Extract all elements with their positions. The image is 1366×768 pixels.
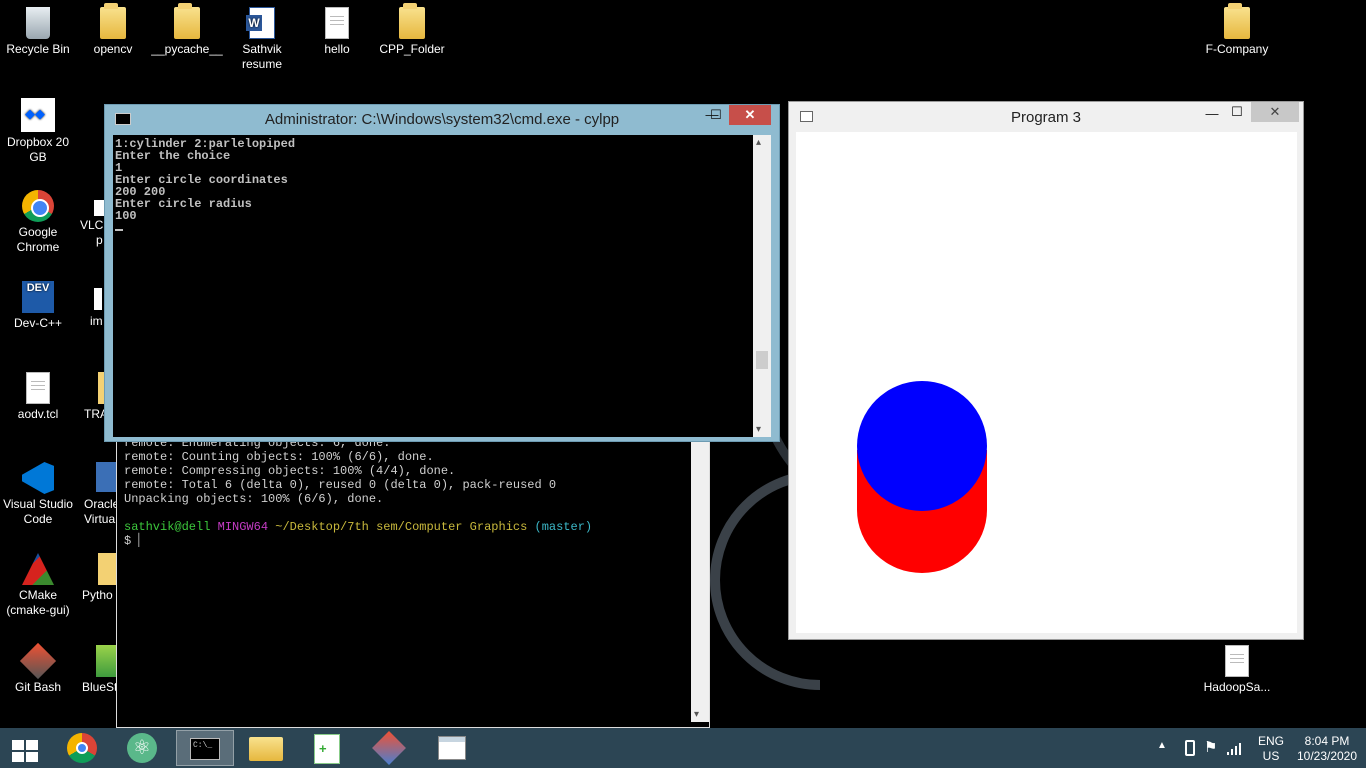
python-icon (98, 553, 116, 585)
scroll-up-icon[interactable]: ▴ (756, 137, 761, 148)
git-bash-scrollbar[interactable]: ▾ (691, 442, 709, 722)
desktop-icon-git-bash[interactable]: Git Bash (0, 642, 76, 695)
text-cursor (115, 229, 123, 231)
opengl-canvas[interactable] (796, 132, 1297, 633)
folder-icon (399, 3, 425, 39)
cylinder-top (857, 381, 987, 511)
desktop-icon-python[interactable]: Pytho (82, 553, 116, 603)
taskbar-git-gui[interactable] (362, 730, 420, 766)
word-document-icon (246, 7, 275, 39)
git-bash-icon (19, 642, 57, 680)
notepad-plus-icon: + (314, 734, 340, 764)
desktop-icon-aodv-tcl[interactable]: aodv.tcl (0, 372, 76, 422)
clock-date: 10/23/2020 (1296, 749, 1358, 763)
scroll-down-icon[interactable]: ▾ (756, 424, 761, 435)
battery-icon[interactable] (1185, 740, 1195, 756)
minimize-button[interactable]: — (1201, 104, 1223, 124)
desktop-icon-pycache[interactable]: __pycache__ (149, 3, 225, 57)
taskbar-program3[interactable] (424, 730, 482, 766)
dropbox-icon (21, 98, 55, 132)
desktop-icon-virtualbox[interactable]: Oracle Virtua (84, 462, 119, 527)
scroll-down-icon[interactable]: ▾ (694, 709, 699, 720)
devcpp-icon: DEV (22, 281, 54, 313)
taskbar-chrome[interactable] (54, 730, 112, 766)
maximize-button[interactable]: ☐ (1226, 102, 1248, 122)
text-file-icon (325, 7, 349, 39)
cmd-scrollbar[interactable]: ▴ ▾ (753, 135, 771, 437)
desktop-icon-f-company[interactable]: F-Company (1199, 3, 1275, 57)
cmd-titlebar[interactable]: Administrator: C:\Windows\system32\cmd.e… (105, 105, 779, 133)
desktop-icon-sathvik-resume[interactable]: Sathvik resume (224, 7, 300, 72)
desktop-icon-dropbox[interactable]: Dropbox 20 GB (0, 98, 76, 165)
cmd-window-title: Administrator: C:\Windows\system32\cmd.e… (264, 111, 620, 128)
desktop-icon-google-chrome[interactable]: Google Chrome (0, 190, 76, 255)
chrome-icon (22, 190, 54, 222)
virtualbox-icon (96, 462, 118, 492)
bluestacks-icon (96, 645, 116, 677)
window-icon (438, 736, 466, 760)
desktop-icon-cpp-folder[interactable]: CPP_Folder (374, 3, 450, 57)
git-bash-output: remote: Enumerating objects: 6, done. re… (124, 436, 593, 548)
program3-titlebar[interactable]: Program 3 — ☐ ✕ (789, 102, 1303, 131)
language-indicator[interactable]: ENG US (1258, 734, 1284, 764)
text-file-icon (1225, 645, 1249, 677)
desktop-icon-cmake[interactable]: CMake (cmake-gui) (0, 553, 76, 618)
taskbar-notepad-plus[interactable]: + (300, 730, 358, 766)
cylinder-drawing (857, 381, 987, 573)
recycle-bin-icon (26, 7, 50, 39)
vlc-icon (94, 200, 104, 216)
atom-icon: ⚛ (127, 733, 157, 763)
show-hidden-icons-icon[interactable]: ▲ (1157, 740, 1167, 751)
start-button[interactable] (0, 730, 52, 766)
desktop-icon-hello[interactable]: hello (299, 7, 375, 57)
language-code: ENG (1258, 734, 1285, 748)
folder-icon (1224, 3, 1250, 39)
cmd-console[interactable]: 1:cylinder 2:parlelopiped Enter the choi… (113, 135, 753, 437)
desktop-icon-dev-cpp[interactable]: DEV Dev-C++ (0, 281, 76, 331)
git-icon (372, 731, 406, 765)
cmd-window[interactable]: Administrator: C:\Windows\system32\cmd.e… (104, 104, 780, 442)
text-file-icon (26, 372, 50, 404)
taskbar-file-explorer[interactable] (238, 730, 296, 766)
vscode-icon (22, 462, 54, 494)
file-icon (94, 288, 102, 310)
desktop-icon-hadoop[interactable]: HadoopSa... (1199, 645, 1275, 695)
git-bash-window[interactable]: remote: Enumerating objects: 6, done. re… (116, 436, 710, 728)
cmd-console-text: 1:cylinder 2:parlelopiped Enter the choi… (115, 137, 296, 223)
taskbar-cmd[interactable]: C:\_ (176, 730, 234, 766)
desktop-icon-recycle-bin[interactable]: Recycle Bin (0, 7, 76, 57)
clock[interactable]: 8:04 PM 10/23/2020 (1290, 734, 1364, 764)
folder-icon (100, 3, 126, 39)
desktop-icon-vscode[interactable]: Visual Studio Code (0, 462, 76, 527)
taskbar-atom[interactable]: ⚛ (114, 730, 172, 766)
close-button[interactable]: ✕ (729, 105, 771, 125)
taskbar: ⚛ C:\_ + ▲ ⚑ ENG US 8:04 PM 10/23/2020 (0, 728, 1366, 768)
folder-icon (249, 737, 283, 761)
clock-time: 8:04 PM (1304, 734, 1350, 748)
windows-logo-icon (12, 740, 38, 762)
program3-window[interactable]: Program 3 — ☐ ✕ (788, 101, 1304, 640)
desktop-icon-opencv[interactable]: opencv (75, 3, 151, 57)
desktop-icon-bluestacks[interactable]: BlueSt (82, 645, 117, 695)
cmd-icon: C:\_ (190, 738, 220, 760)
desktop: Recycle Bin opencv __pycache__ Sathvik r… (0, 0, 1366, 728)
network-signal-icon[interactable] (1226, 740, 1244, 756)
scrollbar-thumb[interactable] (756, 351, 768, 369)
action-center-flag-icon[interactable]: ⚑ (1204, 738, 1217, 756)
cmake-icon (22, 553, 54, 585)
folder-icon (174, 3, 200, 39)
close-button[interactable]: ✕ (1251, 102, 1299, 122)
maximize-button[interactable]: ☐ (703, 105, 729, 125)
region-code: US (1262, 749, 1280, 763)
chrome-icon (67, 733, 97, 763)
